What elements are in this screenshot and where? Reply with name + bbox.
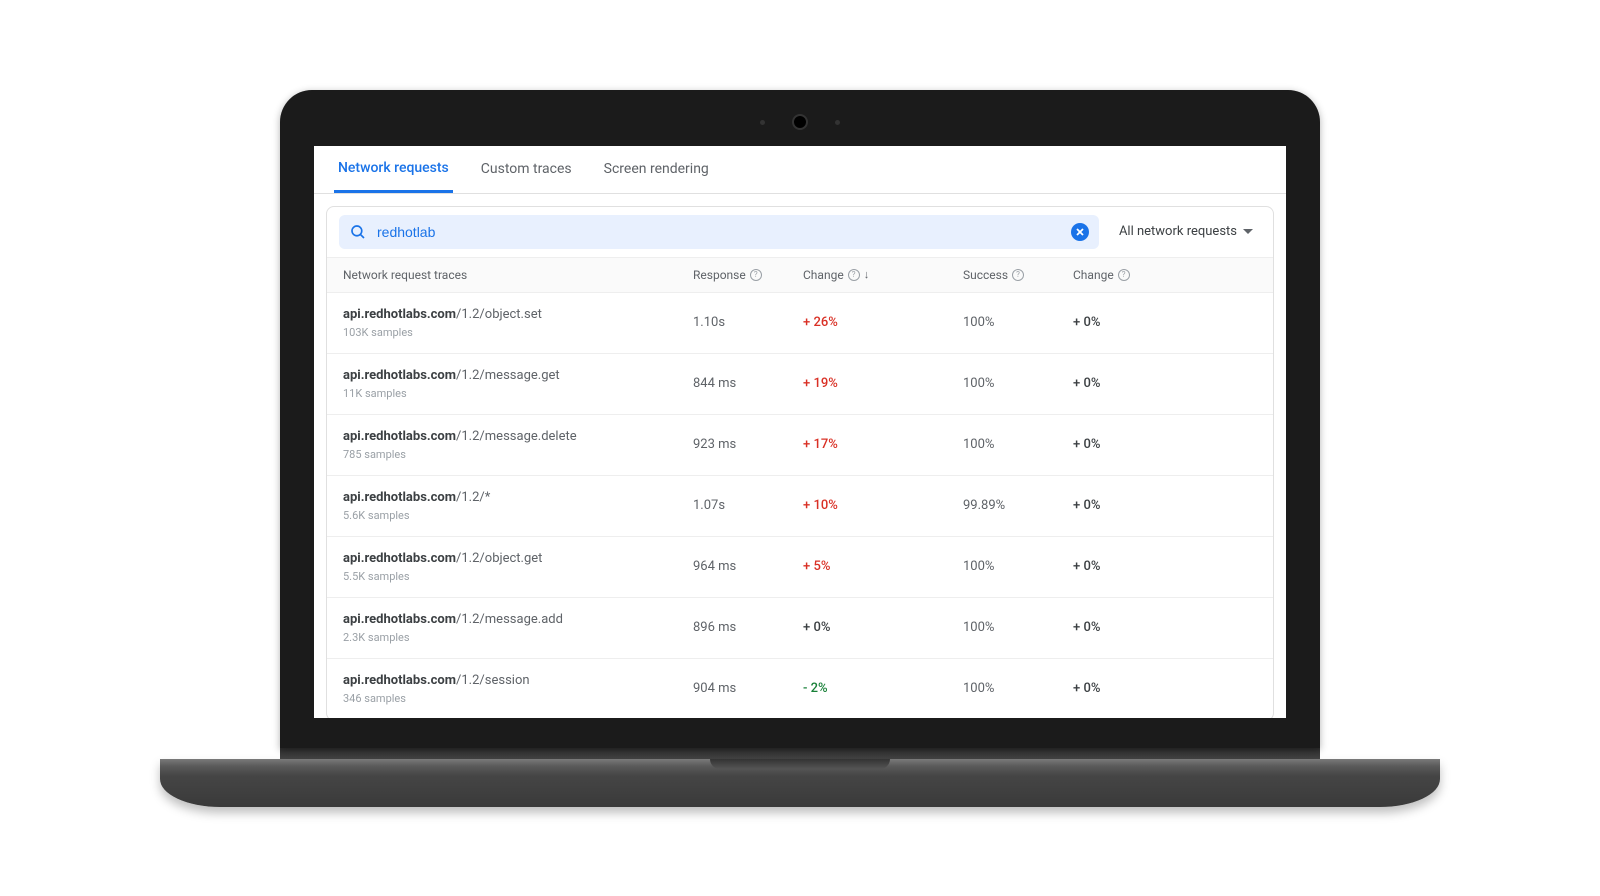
response-cell: 923 ms	[693, 437, 803, 452]
column-header-response[interactable]: Response ?	[693, 268, 803, 282]
table-body: api.redhotlabs.com/1.2/object.set 103K sa…	[327, 293, 1273, 718]
change-success-cell: + 0%	[1073, 498, 1257, 513]
search-icon	[349, 223, 367, 241]
trace-path: /1.2/message.delete	[456, 429, 577, 444]
table-row[interactable]: api.redhotlabs.com/1.2/message.delete 785…	[327, 415, 1273, 476]
trace-cell: api.redhotlabs.com/1.2/* 5.6K samples	[343, 490, 693, 522]
change-response-cell: + 19%	[803, 376, 963, 391]
sensor-dot-icon	[760, 120, 765, 125]
table-row[interactable]: api.redhotlabs.com/1.2/message.add 2.3K s…	[327, 598, 1273, 659]
response-cell: 964 ms	[693, 559, 803, 574]
table-row[interactable]: api.redhotlabs.com/1.2/message.get 11K sa…	[327, 354, 1273, 415]
table-row[interactable]: api.redhotlabs.com/1.2/object.set 103K sa…	[327, 293, 1273, 354]
trace-samples: 2.3K samples	[343, 631, 693, 644]
response-cell: 904 ms	[693, 681, 803, 696]
change-success-cell: + 0%	[1073, 681, 1257, 696]
arrow-down-icon: ↓	[864, 268, 870, 281]
change-success-cell: + 0%	[1073, 437, 1257, 452]
change-response-cell: + 5%	[803, 559, 963, 574]
app-screen: Network requests Custom traces Screen re…	[314, 146, 1286, 718]
trace-host: api.redhotlabs.com	[343, 429, 456, 444]
tab-network-requests[interactable]: Network requests	[334, 146, 453, 193]
table-row[interactable]: api.redhotlabs.com/1.2/object.get 5.5K sa…	[327, 537, 1273, 598]
trace-samples: 103K samples	[343, 326, 693, 339]
trace-path: /1.2/*	[456, 490, 490, 505]
success-cell: 100%	[963, 620, 1073, 635]
trace-cell: api.redhotlabs.com/1.2/session 346 sample…	[343, 673, 693, 705]
success-cell: 100%	[963, 681, 1073, 696]
trace-path: /1.2/object.set	[456, 307, 542, 322]
change-response-cell: - 2%	[803, 681, 963, 696]
trace-path: /1.2/session	[456, 673, 530, 688]
laptop-mockup: Network requests Custom traces Screen re…	[160, 90, 1440, 807]
change-success-cell: + 0%	[1073, 376, 1257, 391]
response-cell: 1.07s	[693, 498, 803, 513]
trace-host: api.redhotlabs.com	[343, 673, 456, 688]
tab-screen-rendering[interactable]: Screen rendering	[600, 147, 713, 191]
success-cell: 100%	[963, 376, 1073, 391]
filter-label: All network requests	[1119, 224, 1237, 239]
close-icon	[1075, 227, 1085, 237]
chevron-down-icon	[1243, 224, 1253, 239]
content-panel: All network requests Network request tra…	[326, 206, 1274, 718]
search-box[interactable]	[339, 215, 1099, 249]
trace-samples: 5.5K samples	[343, 570, 693, 583]
trace-host: api.redhotlabs.com	[343, 368, 456, 383]
tab-custom-traces[interactable]: Custom traces	[477, 147, 576, 191]
change-response-cell: + 17%	[803, 437, 963, 452]
trace-cell: api.redhotlabs.com/1.2/object.set 103K sa…	[343, 307, 693, 339]
laptop-bezel: Network requests Custom traces Screen re…	[280, 90, 1320, 748]
column-header-success[interactable]: Success ?	[963, 268, 1073, 282]
sensor-dot-icon	[835, 120, 840, 125]
column-header-change-response[interactable]: Change ? ↓	[803, 268, 963, 282]
change-response-cell: + 0%	[803, 620, 963, 635]
column-header-change-success[interactable]: Change ?	[1073, 268, 1257, 282]
response-cell: 1.10s	[693, 315, 803, 330]
help-icon[interactable]: ?	[750, 269, 762, 281]
response-cell: 844 ms	[693, 376, 803, 391]
table-row[interactable]: api.redhotlabs.com/1.2/* 5.6K samples1.07…	[327, 476, 1273, 537]
search-row: All network requests	[327, 207, 1273, 257]
camera-icon	[792, 114, 808, 130]
help-icon[interactable]: ?	[848, 269, 860, 281]
change-response-cell: + 10%	[803, 498, 963, 513]
search-input[interactable]	[377, 224, 1061, 240]
help-icon[interactable]: ?	[1118, 269, 1130, 281]
success-cell: 99.89%	[963, 498, 1073, 513]
table-header: Network request traces Response ? Change…	[327, 257, 1273, 293]
response-cell: 896 ms	[693, 620, 803, 635]
help-icon[interactable]: ?	[1012, 269, 1024, 281]
change-response-cell: + 26%	[803, 315, 963, 330]
trace-host: api.redhotlabs.com	[343, 612, 456, 627]
change-success-cell: + 0%	[1073, 315, 1257, 330]
filter-dropdown[interactable]: All network requests	[1111, 220, 1261, 243]
tab-bar: Network requests Custom traces Screen re…	[314, 146, 1286, 194]
trace-samples: 11K samples	[343, 387, 693, 400]
trace-path: /1.2/message.get	[456, 368, 560, 383]
laptop-hinge	[280, 747, 1320, 759]
clear-search-button[interactable]	[1071, 223, 1089, 241]
trace-cell: api.redhotlabs.com/1.2/message.delete 785…	[343, 429, 693, 461]
trace-samples: 346 samples	[343, 692, 693, 705]
table-row[interactable]: api.redhotlabs.com/1.2/session 346 sample…	[327, 659, 1273, 718]
laptop-base	[160, 759, 1440, 807]
trace-path: /1.2/object.get	[456, 551, 542, 566]
trace-host: api.redhotlabs.com	[343, 551, 456, 566]
success-cell: 100%	[963, 437, 1073, 452]
success-cell: 100%	[963, 559, 1073, 574]
success-cell: 100%	[963, 315, 1073, 330]
touchpad-notch	[710, 759, 890, 769]
trace-cell: api.redhotlabs.com/1.2/object.get 5.5K sa…	[343, 551, 693, 583]
trace-cell: api.redhotlabs.com/1.2/message.get 11K sa…	[343, 368, 693, 400]
trace-samples: 785 samples	[343, 448, 693, 461]
change-success-cell: + 0%	[1073, 559, 1257, 574]
trace-path: /1.2/message.add	[456, 612, 563, 627]
trace-host: api.redhotlabs.com	[343, 307, 456, 322]
column-header-trace[interactable]: Network request traces	[343, 268, 693, 282]
change-success-cell: + 0%	[1073, 620, 1257, 635]
trace-cell: api.redhotlabs.com/1.2/message.add 2.3K s…	[343, 612, 693, 644]
trace-samples: 5.6K samples	[343, 509, 693, 522]
trace-host: api.redhotlabs.com	[343, 490, 456, 505]
